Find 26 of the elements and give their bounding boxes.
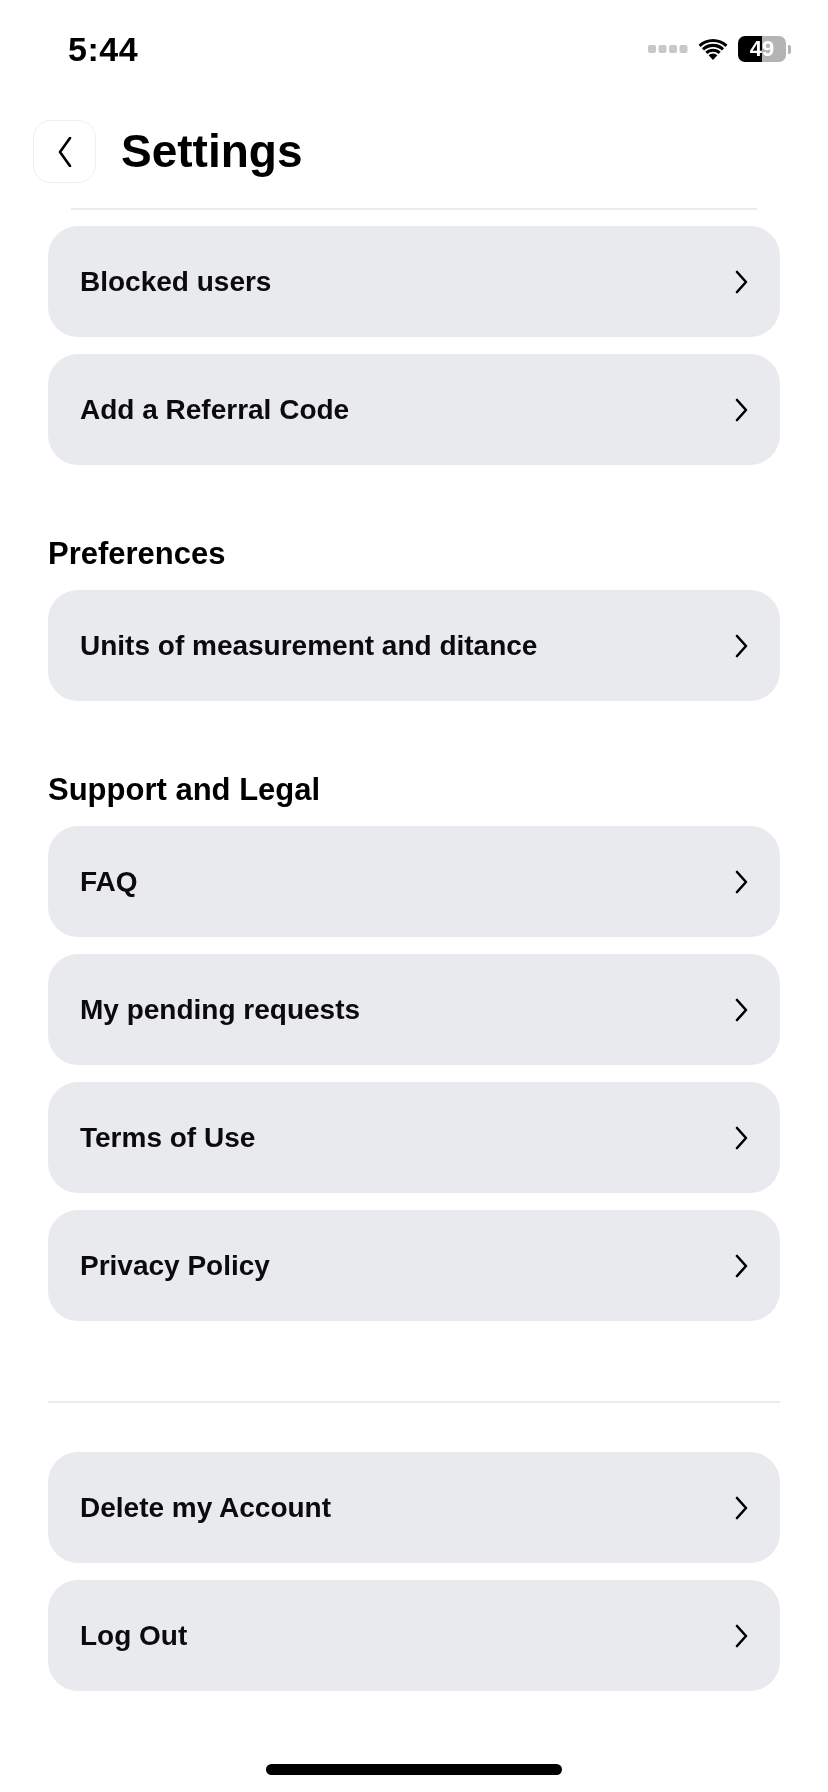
wifi-icon [698, 38, 728, 60]
back-button[interactable] [33, 120, 96, 183]
cellular-signal-icon [648, 45, 688, 53]
settings-row[interactable]: FAQ [48, 826, 780, 937]
page-title: Settings [121, 126, 303, 177]
settings-row[interactable]: Terms of Use [48, 1082, 780, 1193]
chevron-left-icon [57, 136, 72, 167]
chevron-right-icon [735, 633, 748, 658]
chevron-right-icon [735, 1623, 748, 1648]
settings-row[interactable]: Units of measurement and ditance [48, 590, 780, 701]
settings-row[interactable]: My pending requests [48, 954, 780, 1065]
settings-row[interactable]: Blocked users [48, 226, 780, 337]
section-title: Support and Legal [48, 771, 322, 808]
chevron-right-icon [735, 269, 748, 294]
chevron-right-icon [735, 1495, 748, 1520]
chevron-right-icon [735, 869, 748, 894]
settings-row[interactable]: Privacy Policy [48, 1210, 780, 1321]
settings-row[interactable]: Add a Referral Code [48, 354, 780, 465]
chevron-right-icon [735, 1125, 748, 1150]
settings-row[interactable]: Delete my Account [48, 1452, 780, 1563]
chevron-right-icon [735, 1253, 748, 1278]
chevron-right-icon [735, 397, 748, 422]
section-title: Preferences [48, 535, 227, 572]
settings-row[interactable]: Log Out [48, 1580, 780, 1691]
chevron-right-icon [735, 997, 748, 1022]
status-time: 5:44 [68, 29, 139, 69]
